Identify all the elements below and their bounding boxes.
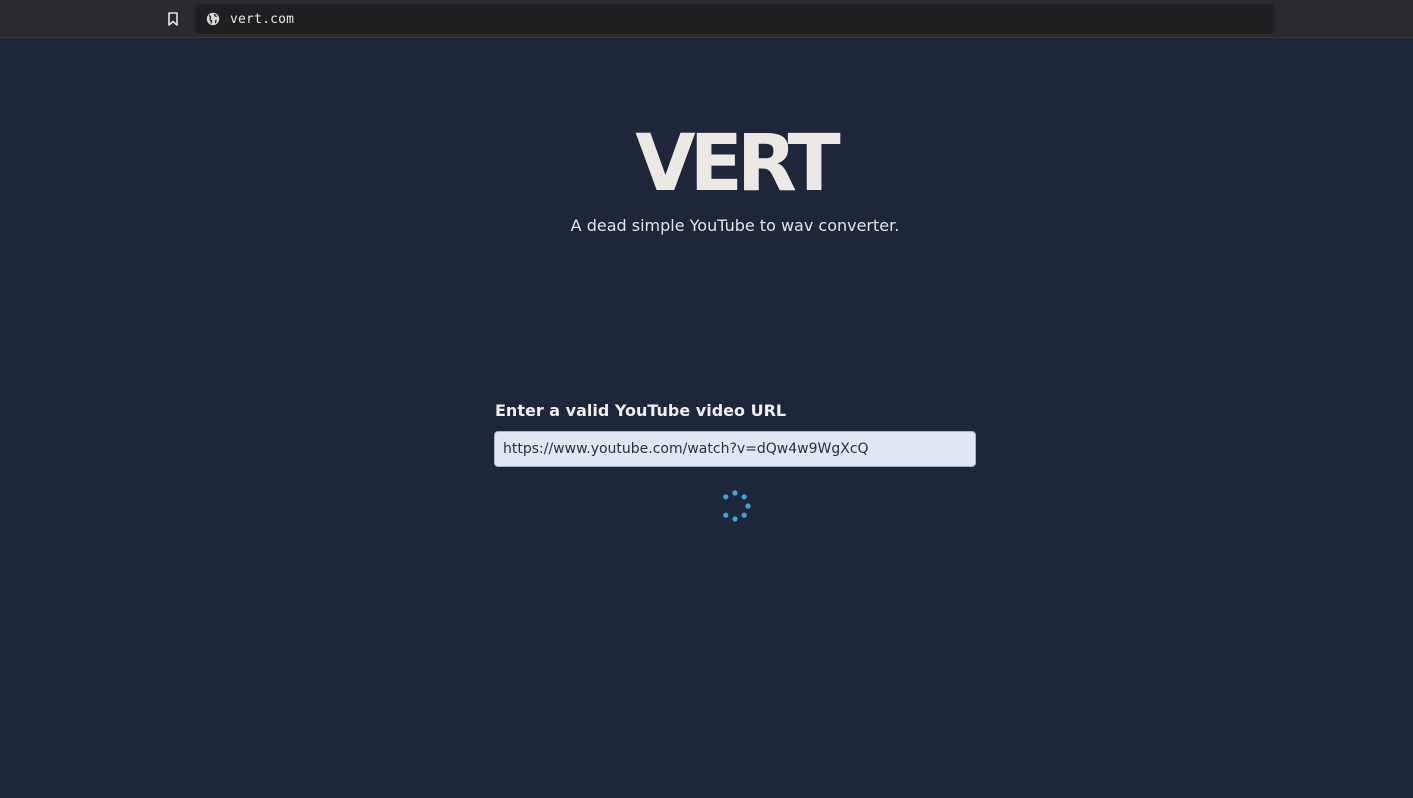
spinner-dot bbox=[723, 512, 729, 518]
app-logo: VERT bbox=[635, 119, 840, 209]
spinner-dot bbox=[745, 503, 751, 509]
address-bar[interactable]: vert.com bbox=[195, 4, 1275, 34]
spinner-dot bbox=[741, 512, 747, 518]
bookmark-icon bbox=[168, 12, 178, 26]
address-url[interactable]: vert.com bbox=[230, 12, 294, 27]
youtube-url-input[interactable] bbox=[494, 431, 976, 467]
spinner-dot bbox=[732, 490, 738, 496]
page-content: VERT A dead simple YouTube to wav conver… bbox=[0, 39, 1413, 798]
spinner-dot bbox=[732, 516, 738, 522]
spinner-icon bbox=[723, 490, 751, 522]
spinner-dot bbox=[741, 494, 747, 500]
spinner-dot bbox=[723, 494, 729, 500]
bookmark-button[interactable] bbox=[162, 8, 184, 30]
browser-toolbar: vert.com bbox=[0, 0, 1413, 38]
app-tagline: A dead simple YouTube to wav converter. bbox=[570, 216, 900, 235]
url-field-label: Enter a valid YouTube video URL bbox=[495, 401, 787, 420]
globe-icon[interactable] bbox=[206, 12, 220, 26]
